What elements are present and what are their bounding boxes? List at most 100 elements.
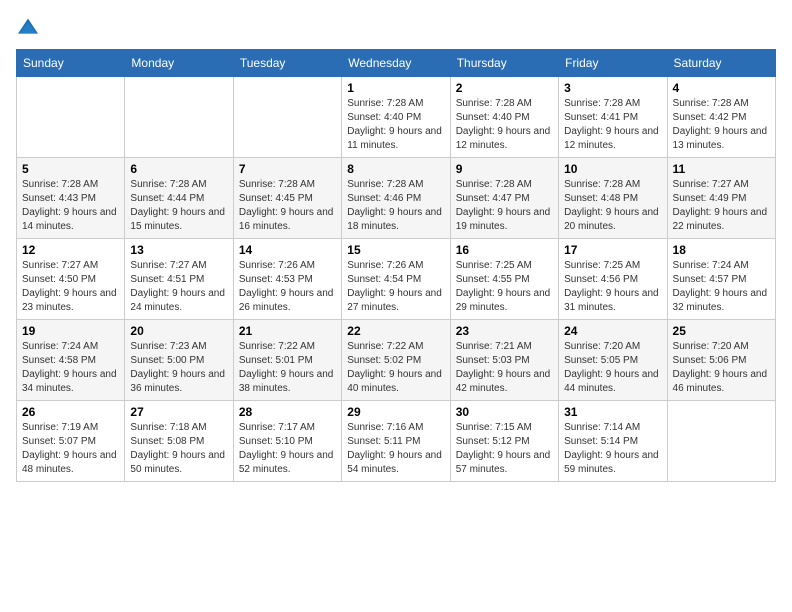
weekday-header: Tuesday xyxy=(233,50,341,77)
calendar-day-cell: 20 Sunrise: 7:23 AMSunset: 5:00 PMDayligh… xyxy=(125,320,233,401)
calendar-day-cell: 18 Sunrise: 7:24 AMSunset: 4:57 PMDayligh… xyxy=(667,239,775,320)
day-info: Sunrise: 7:24 AMSunset: 4:58 PMDaylight:… xyxy=(22,340,119,396)
day-info: Sunrise: 7:27 AMSunset: 4:50 PMDaylight:… xyxy=(22,259,119,315)
day-number: 22 xyxy=(347,324,444,338)
page-header xyxy=(16,16,776,37)
day-number: 12 xyxy=(22,243,119,257)
calendar-week-row: 26Sunrise: 7:19 AMSunset: 5:07 PMDayligh… xyxy=(17,401,776,482)
calendar-day-cell: 16 Sunrise: 7:25 AMSunset: 4:55 PMDayligh… xyxy=(450,239,558,320)
day-number: 25 xyxy=(673,324,770,338)
day-number: 10 xyxy=(564,162,661,176)
day-info: Sunrise: 7:28 AMSunset: 4:41 PMDaylight:… xyxy=(564,97,661,153)
day-info: Sunrise: 7:18 AMSunset: 5:08 PMDaylight:… xyxy=(130,421,227,477)
day-info: Sunrise: 7:21 AMSunset: 5:03 PMDaylight:… xyxy=(456,340,553,396)
calendar-day-cell: 22 Sunrise: 7:22 AMSunset: 5:02 PMDayligh… xyxy=(342,320,450,401)
calendar-day-cell: 30 Sunrise: 7:15 AMSunset: 5:12 PMDayligh… xyxy=(450,401,558,482)
day-number: 27 xyxy=(130,405,227,419)
day-number: 31 xyxy=(564,405,661,419)
calendar-day-cell: 5 Sunrise: 7:28 AMSunset: 4:43 PMDaylight… xyxy=(17,158,125,239)
day-number: 16 xyxy=(456,243,553,257)
calendar-day-cell: 2 Sunrise: 7:28 AMSunset: 4:40 PMDaylight… xyxy=(450,77,558,158)
calendar-day-cell xyxy=(233,77,341,158)
calendar-day-cell: 26Sunrise: 7:19 AMSunset: 5:07 PMDayligh… xyxy=(17,401,125,482)
day-info: Sunrise: 7:28 AMSunset: 4:43 PMDaylight:… xyxy=(22,178,119,234)
calendar-day-cell: 1 Sunrise: 7:28 AMSunset: 4:40 PMDaylight… xyxy=(342,77,450,158)
day-number: 24 xyxy=(564,324,661,338)
day-number: 29 xyxy=(347,405,444,419)
day-info: Sunrise: 7:23 AMSunset: 5:00 PMDaylight:… xyxy=(130,340,227,396)
day-number: 3 xyxy=(564,81,661,95)
day-info: Sunrise: 7:28 AMSunset: 4:42 PMDaylight:… xyxy=(673,97,770,153)
day-info: Sunrise: 7:26 AMSunset: 4:54 PMDaylight:… xyxy=(347,259,444,315)
day-info: Sunrise: 7:16 AMSunset: 5:11 PMDaylight:… xyxy=(347,421,444,477)
day-info: Sunrise: 7:17 AMSunset: 5:10 PMDaylight:… xyxy=(239,421,336,477)
day-info: Sunrise: 7:28 AMSunset: 4:44 PMDaylight:… xyxy=(130,178,227,234)
weekday-header: Saturday xyxy=(667,50,775,77)
day-number: 14 xyxy=(239,243,336,257)
day-info: Sunrise: 7:25 AMSunset: 4:56 PMDaylight:… xyxy=(564,259,661,315)
calendar-day-cell: 9Sunrise: 7:28 AMSunset: 4:47 PMDaylight… xyxy=(450,158,558,239)
calendar-week-row: 19 Sunrise: 7:24 AMSunset: 4:58 PMDayligh… xyxy=(17,320,776,401)
day-number: 30 xyxy=(456,405,553,419)
day-info: Sunrise: 7:20 AMSunset: 5:05 PMDaylight:… xyxy=(564,340,661,396)
logo-icon xyxy=(16,17,40,37)
calendar-table: SundayMondayTuesdayWednesdayThursdayFrid… xyxy=(16,49,776,482)
day-info: Sunrise: 7:28 AMSunset: 4:40 PMDaylight:… xyxy=(456,97,553,153)
day-number: 20 xyxy=(130,324,227,338)
day-number: 18 xyxy=(673,243,770,257)
calendar-day-cell xyxy=(667,401,775,482)
day-info: Sunrise: 7:28 AMSunset: 4:45 PMDaylight:… xyxy=(239,178,336,234)
calendar-day-cell: 19 Sunrise: 7:24 AMSunset: 4:58 PMDayligh… xyxy=(17,320,125,401)
weekday-header: Sunday xyxy=(17,50,125,77)
calendar-day-cell: 14 Sunrise: 7:26 AMSunset: 4:53 PMDayligh… xyxy=(233,239,341,320)
day-number: 8 xyxy=(347,162,444,176)
calendar-day-cell: 7 Sunrise: 7:28 AMSunset: 4:45 PMDaylight… xyxy=(233,158,341,239)
day-number: 28 xyxy=(239,405,336,419)
day-number: 19 xyxy=(22,324,119,338)
day-info: Sunrise: 7:27 AMSunset: 4:51 PMDaylight:… xyxy=(130,259,227,315)
calendar-header-row: SundayMondayTuesdayWednesdayThursdayFrid… xyxy=(17,50,776,77)
day-number: 17 xyxy=(564,243,661,257)
day-info: Sunrise: 7:24 AMSunset: 4:57 PMDaylight:… xyxy=(673,259,770,315)
weekday-header: Wednesday xyxy=(342,50,450,77)
calendar-day-cell: 8 Sunrise: 7:28 AMSunset: 4:46 PMDaylight… xyxy=(342,158,450,239)
day-number: 1 xyxy=(347,81,444,95)
calendar-day-cell: 4Sunrise: 7:28 AMSunset: 4:42 PMDaylight… xyxy=(667,77,775,158)
day-info: Sunrise: 7:26 AMSunset: 4:53 PMDaylight:… xyxy=(239,259,336,315)
day-number: 2 xyxy=(456,81,553,95)
calendar-day-cell: 24 Sunrise: 7:20 AMSunset: 5:05 PMDayligh… xyxy=(559,320,667,401)
day-info: Sunrise: 7:22 AMSunset: 5:01 PMDaylight:… xyxy=(239,340,336,396)
weekday-header: Friday xyxy=(559,50,667,77)
calendar-day-cell: 11 Sunrise: 7:27 AMSunset: 4:49 PMDayligh… xyxy=(667,158,775,239)
day-number: 9 xyxy=(456,162,553,176)
day-info: Sunrise: 7:28 AMSunset: 4:46 PMDaylight:… xyxy=(347,178,444,234)
day-number: 26 xyxy=(22,405,119,419)
calendar-day-cell: 3 Sunrise: 7:28 AMSunset: 4:41 PMDaylight… xyxy=(559,77,667,158)
calendar-week-row: 1 Sunrise: 7:28 AMSunset: 4:40 PMDaylight… xyxy=(17,77,776,158)
day-number: 6 xyxy=(130,162,227,176)
calendar-day-cell: 25 Sunrise: 7:20 AMSunset: 5:06 PMDayligh… xyxy=(667,320,775,401)
weekday-header: Monday xyxy=(125,50,233,77)
day-info: Sunrise: 7:28 AMSunset: 4:40 PMDaylight:… xyxy=(347,97,444,153)
calendar-day-cell: 6 Sunrise: 7:28 AMSunset: 4:44 PMDaylight… xyxy=(125,158,233,239)
calendar-day-cell xyxy=(125,77,233,158)
day-info: Sunrise: 7:14 AMSunset: 5:14 PMDaylight:… xyxy=(564,421,661,477)
day-info: Sunrise: 7:22 AMSunset: 5:02 PMDaylight:… xyxy=(347,340,444,396)
day-number: 21 xyxy=(239,324,336,338)
calendar-day-cell: 13 Sunrise: 7:27 AMSunset: 4:51 PMDayligh… xyxy=(125,239,233,320)
calendar-day-cell: 29 Sunrise: 7:16 AMSunset: 5:11 PMDayligh… xyxy=(342,401,450,482)
day-info: Sunrise: 7:20 AMSunset: 5:06 PMDaylight:… xyxy=(673,340,770,396)
logo xyxy=(16,16,44,37)
calendar-day-cell xyxy=(17,77,125,158)
day-info: Sunrise: 7:25 AMSunset: 4:55 PMDaylight:… xyxy=(456,259,553,315)
day-number: 11 xyxy=(673,162,770,176)
calendar-day-cell: 31 Sunrise: 7:14 AMSunset: 5:14 PMDayligh… xyxy=(559,401,667,482)
calendar-day-cell: 21 Sunrise: 7:22 AMSunset: 5:01 PMDayligh… xyxy=(233,320,341,401)
calendar-day-cell: 12 Sunrise: 7:27 AMSunset: 4:50 PMDayligh… xyxy=(17,239,125,320)
day-number: 7 xyxy=(239,162,336,176)
day-info: Sunrise: 7:28 AMSunset: 4:48 PMDaylight:… xyxy=(564,178,661,234)
day-number: 5 xyxy=(22,162,119,176)
day-number: 13 xyxy=(130,243,227,257)
day-info: Sunrise: 7:15 AMSunset: 5:12 PMDaylight:… xyxy=(456,421,553,477)
day-info: Sunrise: 7:27 AMSunset: 4:49 PMDaylight:… xyxy=(673,178,770,234)
